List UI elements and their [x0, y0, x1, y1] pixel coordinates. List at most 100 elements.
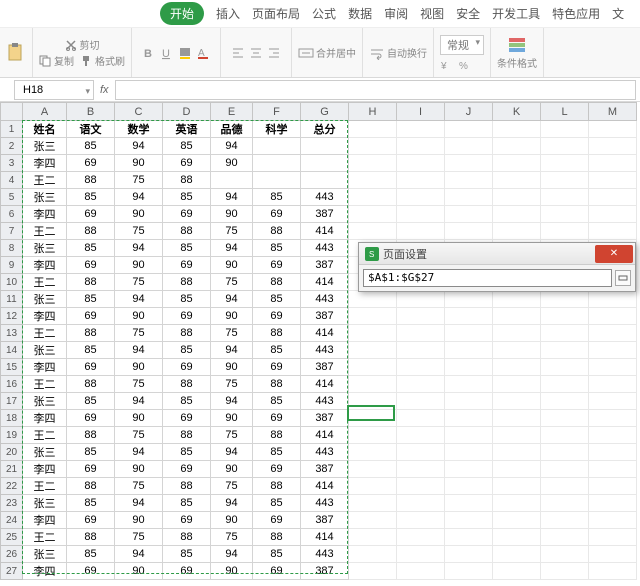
cell-J11[interactable]	[445, 291, 493, 308]
format-painter-button[interactable]: 格式刷	[80, 53, 125, 68]
cell-J24[interactable]	[445, 512, 493, 529]
cell-G11[interactable]: 443	[301, 291, 349, 308]
cell-B3[interactable]: 69	[67, 155, 115, 172]
cell-L13[interactable]	[541, 325, 589, 342]
cell-J17[interactable]	[445, 393, 493, 410]
cell-J21[interactable]	[445, 461, 493, 478]
cell-F8[interactable]: 85	[253, 240, 301, 257]
row-header-9[interactable]: 9	[1, 257, 23, 274]
align-center-icon[interactable]	[249, 46, 263, 60]
cell-I26[interactable]	[397, 546, 445, 563]
cell-C19[interactable]: 75	[115, 427, 163, 444]
col-header-H[interactable]: H	[349, 103, 397, 121]
cell-I23[interactable]	[397, 495, 445, 512]
cell-C11[interactable]: 94	[115, 291, 163, 308]
cell-C3[interactable]: 90	[115, 155, 163, 172]
font-color-icon[interactable]: A	[196, 46, 210, 60]
row-header-16[interactable]: 16	[1, 376, 23, 393]
row-header-15[interactable]: 15	[1, 359, 23, 376]
cell-L22[interactable]	[541, 478, 589, 495]
collapse-dialog-button[interactable]	[615, 270, 631, 286]
cell-A19[interactable]: 王二	[23, 427, 67, 444]
cell-I25[interactable]	[397, 529, 445, 546]
cell-C26[interactable]: 94	[115, 546, 163, 563]
cell-G16[interactable]: 414	[301, 376, 349, 393]
cell-E1[interactable]: 品德	[211, 121, 253, 138]
cell-F4[interactable]	[253, 172, 301, 189]
fx-icon[interactable]: fx	[100, 84, 109, 96]
cell-B16[interactable]: 88	[67, 376, 115, 393]
cell-G10[interactable]: 414	[301, 274, 349, 291]
cell-J23[interactable]	[445, 495, 493, 512]
cell-G27[interactable]: 387	[301, 563, 349, 580]
cell-L17[interactable]	[541, 393, 589, 410]
cell-C5[interactable]: 94	[115, 189, 163, 206]
currency-icon[interactable]: ¥	[440, 59, 454, 71]
cell-J3[interactable]	[445, 155, 493, 172]
cell-H11[interactable]	[349, 291, 397, 308]
cell-L12[interactable]	[541, 308, 589, 325]
cell-J27[interactable]	[445, 563, 493, 580]
menu-tab-view[interactable]: 视图	[420, 5, 444, 22]
cell-D6[interactable]: 69	[163, 206, 211, 223]
cell-A12[interactable]: 李四	[23, 308, 67, 325]
cell-H18[interactable]	[349, 410, 397, 427]
row-header-27[interactable]: 27	[1, 563, 23, 580]
cell-A15[interactable]: 李四	[23, 359, 67, 376]
cell-E18[interactable]: 90	[211, 410, 253, 427]
cell-A24[interactable]: 李四	[23, 512, 67, 529]
cell-B4[interactable]: 88	[67, 172, 115, 189]
cut-button[interactable]: 剪切	[65, 37, 100, 52]
cell-F15[interactable]: 69	[253, 359, 301, 376]
cell-M11[interactable]	[589, 291, 637, 308]
cell-H27[interactable]	[349, 563, 397, 580]
cell-K11[interactable]	[493, 291, 541, 308]
cell-C23[interactable]: 94	[115, 495, 163, 512]
cell-C2[interactable]: 94	[115, 138, 163, 155]
cell-G21[interactable]: 387	[301, 461, 349, 478]
row-header-17[interactable]: 17	[1, 393, 23, 410]
cell-L7[interactable]	[541, 223, 589, 240]
cell-I27[interactable]	[397, 563, 445, 580]
cell-D15[interactable]: 69	[163, 359, 211, 376]
row-header-22[interactable]: 22	[1, 478, 23, 495]
cell-C25[interactable]: 75	[115, 529, 163, 546]
cell-L25[interactable]	[541, 529, 589, 546]
cell-M20[interactable]	[589, 444, 637, 461]
cell-L4[interactable]	[541, 172, 589, 189]
cell-L19[interactable]	[541, 427, 589, 444]
cell-M26[interactable]	[589, 546, 637, 563]
cell-D14[interactable]: 85	[163, 342, 211, 359]
cell-E4[interactable]	[211, 172, 253, 189]
worksheet-area[interactable]: ABCDEFGHIJKLM1姓名语文数学英语品德科学总分2张三859485943…	[0, 102, 640, 586]
cell-H6[interactable]	[349, 206, 397, 223]
conditional-format-button[interactable]: 条件格式	[491, 28, 544, 77]
cell-C10[interactable]: 75	[115, 274, 163, 291]
cell-A2[interactable]: 张三	[23, 138, 67, 155]
cell-L5[interactable]	[541, 189, 589, 206]
cell-M4[interactable]	[589, 172, 637, 189]
cell-I3[interactable]	[397, 155, 445, 172]
cell-J26[interactable]	[445, 546, 493, 563]
cell-B11[interactable]: 85	[67, 291, 115, 308]
cell-H26[interactable]	[349, 546, 397, 563]
cell-C18[interactable]: 90	[115, 410, 163, 427]
cell-A3[interactable]: 李四	[23, 155, 67, 172]
cell-J15[interactable]	[445, 359, 493, 376]
cell-A20[interactable]: 张三	[23, 444, 67, 461]
cell-D17[interactable]: 85	[163, 393, 211, 410]
cell-F18[interactable]: 69	[253, 410, 301, 427]
cell-C15[interactable]: 90	[115, 359, 163, 376]
cell-I18[interactable]	[397, 410, 445, 427]
cell-H24[interactable]	[349, 512, 397, 529]
align-right-icon[interactable]	[267, 46, 281, 60]
cell-K22[interactable]	[493, 478, 541, 495]
cell-D9[interactable]: 69	[163, 257, 211, 274]
cell-G14[interactable]: 443	[301, 342, 349, 359]
cell-D7[interactable]: 88	[163, 223, 211, 240]
cell-F16[interactable]: 88	[253, 376, 301, 393]
cell-G24[interactable]: 387	[301, 512, 349, 529]
cell-J6[interactable]	[445, 206, 493, 223]
cell-K3[interactable]	[493, 155, 541, 172]
cell-J20[interactable]	[445, 444, 493, 461]
